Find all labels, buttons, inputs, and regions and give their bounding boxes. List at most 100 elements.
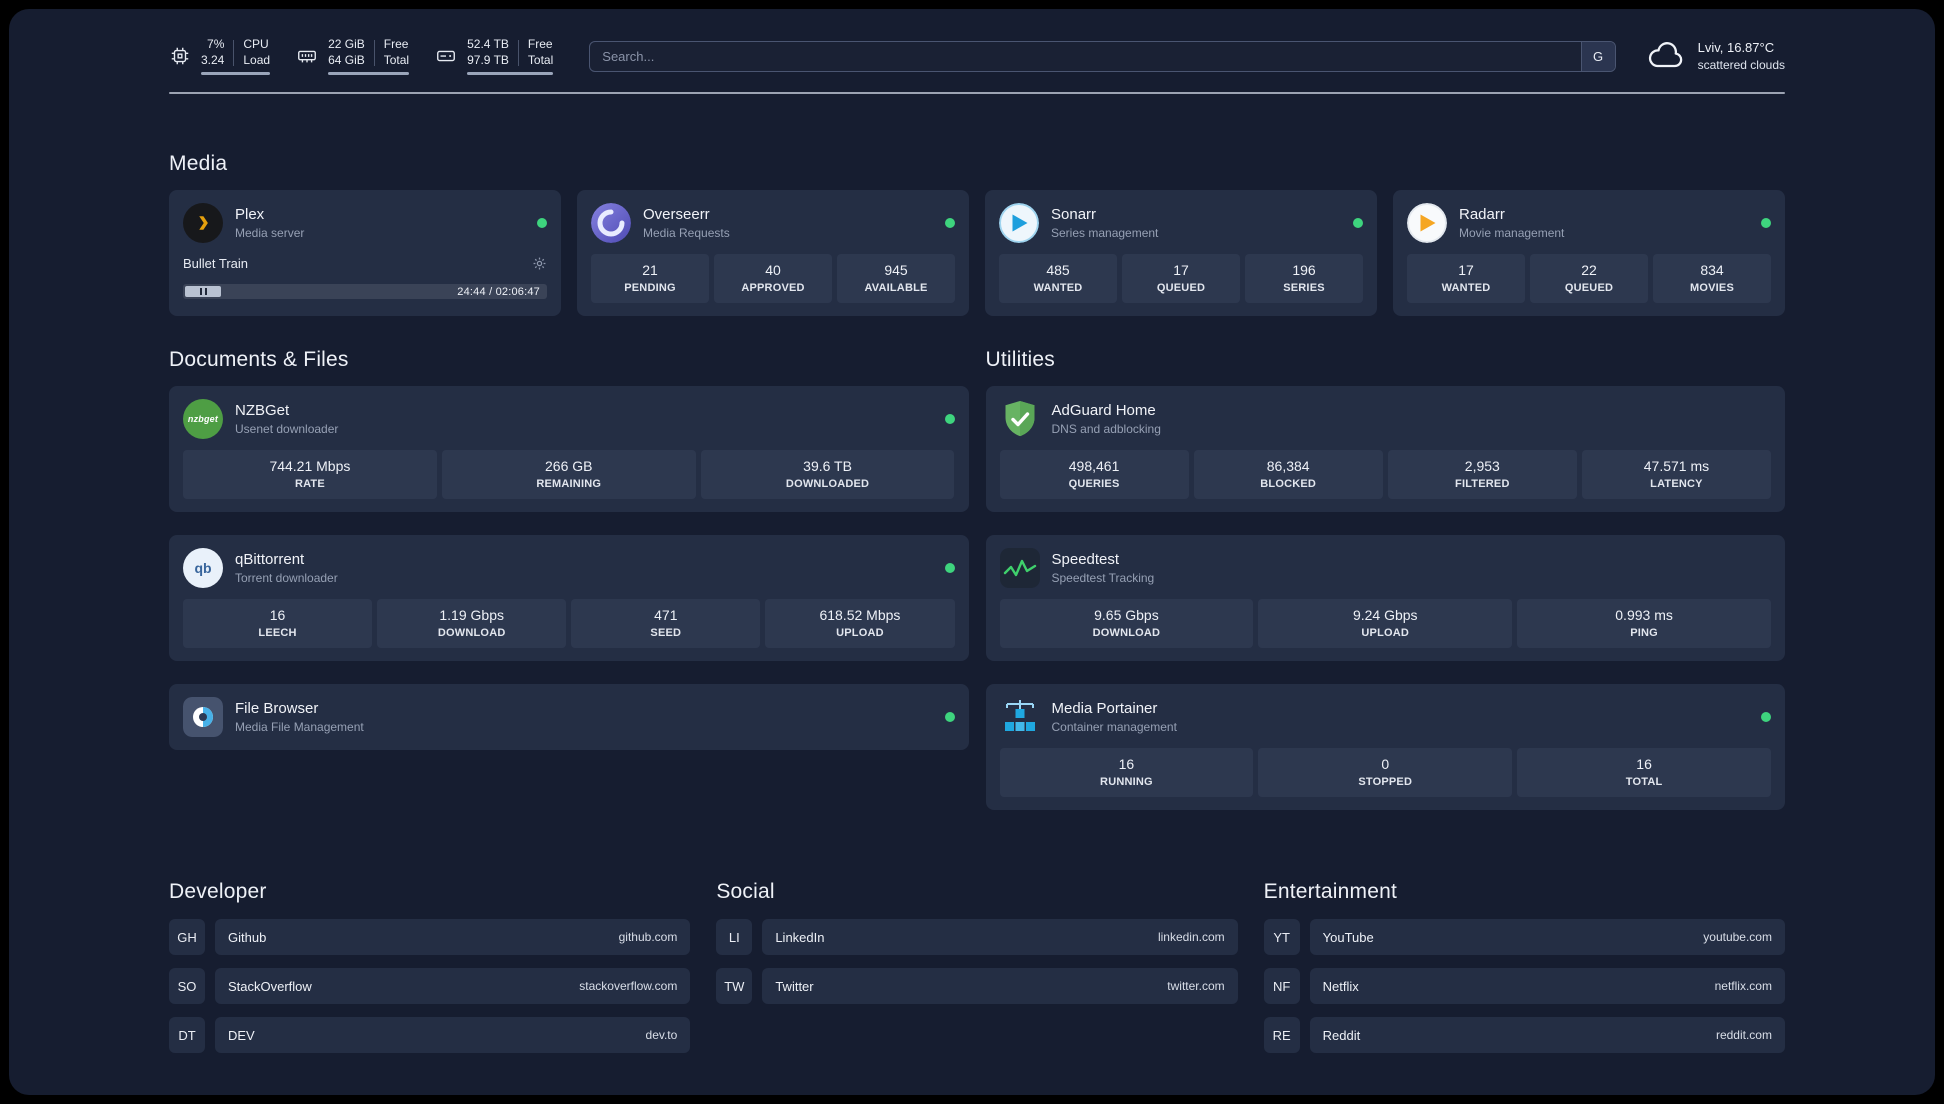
stat-queued: 17 QUEUED — [1122, 254, 1240, 304]
stat-blocked: 86,384 BLOCKED — [1193, 450, 1383, 500]
app-subtitle: Movie management — [1459, 226, 1565, 241]
cpu-icon — [169, 45, 191, 67]
stat-value: 1.19 Gbps — [439, 607, 504, 624]
bookmark-github[interactable]: GH Github github.com — [169, 919, 691, 956]
bookmark-bar: StackOverflow stackoverflow.com — [215, 968, 691, 1005]
stat-series: 196 SERIES — [1245, 254, 1363, 304]
status-dot — [944, 712, 955, 723]
app-subtitle: Usenet downloader — [235, 422, 339, 437]
gear-icon[interactable] — [532, 256, 547, 271]
stat-upload: 9.24 Gbps UPLOAD — [1258, 599, 1513, 649]
app-subtitle: Media File Management — [235, 720, 364, 735]
app-card-speedtest[interactable]: Speedtest Speedtest Tracking 9.65 Gbps D… — [985, 535, 1785, 662]
stat-label: TOTAL — [1625, 776, 1663, 789]
bookmark-dev[interactable]: DT DEV dev.to — [169, 1017, 691, 1054]
header-divider — [169, 92, 1785, 95]
cpu-load-value: 3.24 — [201, 52, 225, 67]
bookmark-netflix[interactable]: NF Netflix netflix.com — [1263, 968, 1785, 1005]
now-playing-title: Bullet Train — [183, 256, 249, 272]
status-dot — [1353, 218, 1363, 229]
stat-leech: 16 LEECH — [183, 599, 373, 649]
playback-time: 24:44 / 02:06:47 — [457, 285, 540, 298]
stat-label: DOWNLOAD — [1092, 627, 1161, 640]
bookmark-name: YouTube — [1322, 929, 1374, 945]
section-title-media: Media — [169, 152, 228, 176]
bookmark-twitter[interactable]: TW Twitter twitter.com — [716, 968, 1238, 1005]
stat-value: 9.65 Gbps — [1094, 607, 1159, 624]
stat-label: BLOCKED — [1260, 478, 1317, 491]
bookmark-bar: Twitter twitter.com — [762, 968, 1238, 1005]
stat-value: 22 — [1581, 262, 1597, 279]
bookmark-name: Twitter — [775, 978, 814, 994]
youtube-icon: YT — [1263, 919, 1300, 956]
bookmark-youtube[interactable]: YT YouTube youtube.com — [1263, 919, 1785, 956]
stat-label: UPLOAD — [836, 627, 884, 640]
app-card-sonarr[interactable]: Sonarr Series management 485 WANTED 17 Q… — [985, 190, 1377, 317]
stat-download: 1.19 Gbps DOWNLOAD — [377, 599, 567, 649]
stat-value: 0.993 ms — [1615, 607, 1673, 624]
bookmark-url: netflix.com — [1714, 979, 1772, 994]
app-card-overseerr[interactable]: Overseerr Media Requests 21 PENDING 40 A… — [577, 190, 969, 317]
status-dot — [537, 218, 547, 229]
bookmark-name: StackOverflow — [228, 978, 312, 994]
section-entertainment: Entertainment YT YouTube youtube.com NF … — [1263, 880, 1785, 1054]
app-subtitle: Media server — [235, 226, 305, 241]
stat-label: SEED — [650, 627, 682, 640]
stat-wanted: 17 WANTED — [1407, 254, 1525, 304]
bookmark-bar: Reddit reddit.com — [1309, 1017, 1785, 1054]
app-name: File Browser — [235, 700, 319, 718]
speedtest-icon — [999, 548, 1040, 589]
stat-value: 9.24 Gbps — [1352, 607, 1418, 624]
bookmark-url: twitter.com — [1167, 979, 1225, 994]
weather-location: Lviv, 16.87°C — [1697, 39, 1775, 55]
bookmark-reddit[interactable]: RE Reddit reddit.com — [1263, 1017, 1785, 1054]
stat-value: 21 — [642, 262, 658, 279]
stat-seed: 471 SEED — [571, 599, 761, 649]
cpu-load-label: Load — [243, 52, 271, 67]
bookmark-name: DEV — [228, 1027, 255, 1043]
app-name: AdGuard Home — [1051, 402, 1156, 420]
app-name: Radarr — [1459, 206, 1505, 224]
playback-progress-bar[interactable]: 24:44 / 02:06:47 — [183, 284, 547, 300]
app-card-portainer[interactable]: Media Portainer Container management 16 … — [985, 684, 1785, 811]
search-input[interactable] — [589, 40, 1616, 72]
cpu-usage-value: 7% — [207, 37, 225, 51]
bookmark-linkedin[interactable]: LI LinkedIn linkedin.com — [716, 919, 1238, 956]
memory-total-value: 64 GiB — [328, 52, 365, 67]
app-card-radarr[interactable]: Radarr Movie management 17 WANTED 22 QUE… — [1393, 190, 1785, 317]
pause-bar — [204, 288, 207, 296]
memory-total-label: Total — [383, 52, 410, 67]
bookmark-stackoverflow[interactable]: SO StackOverflow stackoverflow.com — [169, 968, 691, 1005]
disk-total-label: Total — [527, 52, 554, 67]
topbar: 7% 3.24 CPU Load 22 GiB 64 GiB Free Tota… — [169, 9, 1785, 76]
app-card-plex[interactable]: Plex Media server Bullet Train 24:44 / 0… — [169, 190, 561, 317]
bookmark-url: reddit.com — [1715, 1028, 1772, 1043]
bookmark-name: Github — [228, 929, 267, 945]
stat-value: 485 — [1046, 262, 1070, 279]
app-card-nzbget[interactable]: nzbget NZBGet Usenet downloader 744.21 M… — [169, 386, 969, 513]
stackoverflow-icon: SO — [169, 968, 205, 1005]
stat-value: 945 — [884, 262, 908, 279]
plex-icon — [183, 203, 223, 244]
disk-usage-bar — [467, 72, 554, 76]
stat-label: WANTED — [1033, 282, 1083, 295]
stat-label: STOPPED — [1358, 776, 1413, 789]
bookmark-bar: Github github.com — [215, 919, 691, 956]
search-engine-button[interactable]: G — [1580, 41, 1615, 71]
app-subtitle: Media Requests — [643, 226, 730, 241]
app-card-adguard[interactable]: AdGuard Home DNS and adblocking 498,461 … — [985, 386, 1785, 513]
sonarr-icon — [999, 203, 1039, 244]
section-title-entertainment: Entertainment — [1263, 880, 1397, 904]
section-title-utilities: Utilities — [985, 348, 1055, 372]
stat-label: DOWNLOAD — [437, 627, 506, 640]
stat-value: 47.571 ms — [1643, 458, 1710, 475]
pause-button[interactable] — [185, 286, 221, 298]
disk-free-label: Free — [527, 37, 553, 51]
stat-label: DOWNLOADED — [785, 478, 870, 491]
status-dot — [944, 563, 955, 574]
stat-value: 471 — [654, 607, 678, 624]
cpu-widget: 7% 3.24 CPU Load — [169, 37, 271, 76]
app-card-filebrowser[interactable]: File Browser Media File Management — [169, 684, 969, 751]
memory-widget: 22 GiB 64 GiB Free Total — [296, 37, 410, 76]
app-card-qbittorrent[interactable]: qb qBittorrent Torrent downloader 16 LEE… — [169, 535, 969, 662]
